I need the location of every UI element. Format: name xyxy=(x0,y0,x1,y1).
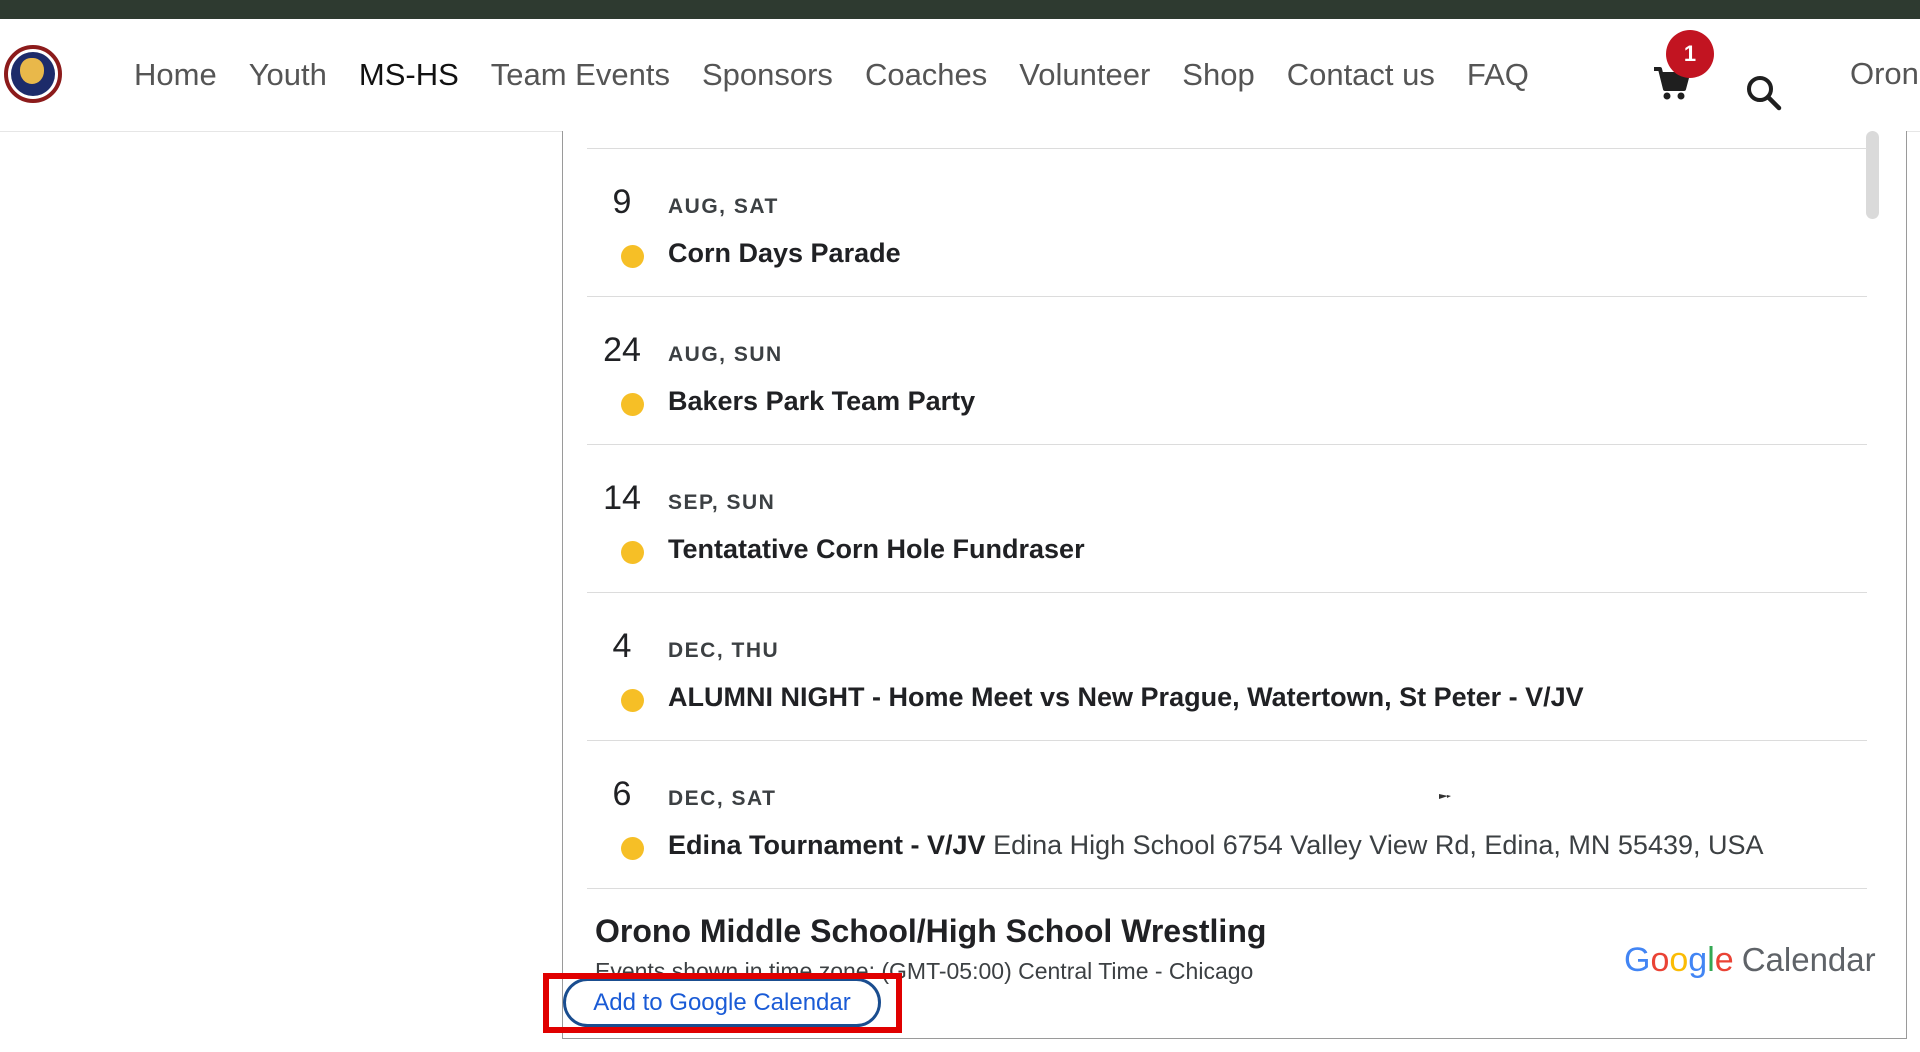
event-month-weekday: AUG, SAT xyxy=(668,195,779,218)
event-title-text: ALUMNI NIGHT - Home Meet vs New Prague, … xyxy=(668,682,1584,712)
logo-letter: l xyxy=(1707,941,1715,979)
site-logo[interactable] xyxy=(4,45,62,103)
nav-ms-hs[interactable]: MS-HS xyxy=(359,57,459,93)
calendar-event[interactable]: 14 SEP, SUN Tentatative Corn Hole Fundra… xyxy=(587,445,1867,593)
event-title: Bakers Park Team Party xyxy=(668,386,975,417)
event-color-dot xyxy=(621,245,644,268)
nav-contact-us[interactable]: Contact us xyxy=(1287,57,1435,93)
logo-letter: o xyxy=(1669,941,1689,979)
mouse-cursor-icon xyxy=(1439,794,1451,799)
event-month-weekday: AUG, SUN xyxy=(668,343,783,366)
cart-count-badge: 1 xyxy=(1666,30,1714,78)
logo-letter: e xyxy=(1714,941,1734,979)
logo-word: Calendar xyxy=(1741,941,1876,978)
event-location: Edina High School 6754 Valley View Rd, E… xyxy=(993,830,1764,860)
event-title: Edina Tournament - V/JV Edina High Schoo… xyxy=(668,830,1764,861)
site-header: Home Youth MS-HS Team Events Sponsors Co… xyxy=(0,19,1920,132)
event-title-text: Corn Days Parade xyxy=(668,238,901,268)
nav-youth[interactable]: Youth xyxy=(249,57,327,93)
event-month-weekday: DEC, THU xyxy=(668,639,780,662)
nav-sponsors[interactable]: Sponsors xyxy=(702,57,833,93)
event-day: 24 xyxy=(603,331,641,369)
event-color-dot xyxy=(621,541,644,564)
event-title-text: Bakers Park Team Party xyxy=(668,386,976,416)
calendar-event[interactable]: 24 AUG, SUN Bakers Park Team Party xyxy=(587,297,1867,445)
calendar-event[interactable]: 4 DEC, THU ALUMNI NIGHT - Home Meet vs N… xyxy=(587,593,1867,741)
google-calendar-embed: 9 AUG, SAT Corn Days Parade 24 AUG, SUN … xyxy=(562,131,1907,1039)
add-to-google-calendar-button[interactable]: Add to Google Calendar xyxy=(563,978,881,1027)
calendar-scrollbar[interactable] xyxy=(1866,131,1879,219)
event-color-dot xyxy=(621,393,644,416)
event-day: 4 xyxy=(612,627,632,665)
event-day: 6 xyxy=(612,775,632,813)
event-title-text: Edina Tournament - V/JV xyxy=(668,830,986,860)
nav-faq[interactable]: FAQ xyxy=(1467,57,1529,93)
calendar-event[interactable]: 9 AUG, SAT Corn Days Parade xyxy=(587,149,1867,297)
calendar-event[interactable]: 6 DEC, SAT Edina Tournament - V/JV Edina… xyxy=(587,741,1867,889)
logo-letter: o xyxy=(1650,941,1670,979)
calendar-name: Orono Middle School/High School Wrestlin… xyxy=(595,913,1267,949)
main-nav: Home Youth MS-HS Team Events Sponsors Co… xyxy=(134,19,1561,131)
event-title-text: Tentatative Corn Hole Fundraser xyxy=(668,534,1085,564)
top-strip xyxy=(0,0,1920,19)
nav-coaches[interactable]: Coaches xyxy=(865,57,987,93)
event-month-weekday: SEP, SUN xyxy=(668,491,776,514)
event-day: 9 xyxy=(612,183,632,221)
event-month-weekday: DEC, SAT xyxy=(668,787,777,810)
brand-name[interactable]: Orono xyxy=(1850,56,1920,92)
event-title: Tentatative Corn Hole Fundraser xyxy=(668,534,1085,565)
event-day: 14 xyxy=(603,479,641,517)
event-title: Corn Days Parade xyxy=(668,238,901,269)
nav-shop[interactable]: Shop xyxy=(1182,57,1254,93)
event-title: ALUMNI NIGHT - Home Meet vs New Prague, … xyxy=(668,682,1584,713)
nav-team-events[interactable]: Team Events xyxy=(491,57,670,93)
logo-letter: g xyxy=(1688,941,1708,979)
nav-home[interactable]: Home xyxy=(134,57,217,93)
google-calendar-logo[interactable]: Google Calendar xyxy=(1624,941,1876,980)
search-icon[interactable] xyxy=(1744,73,1784,113)
logo-letter: G xyxy=(1624,941,1651,979)
spartan-head-icon xyxy=(20,58,44,84)
nav-volunteer[interactable]: Volunteer xyxy=(1019,57,1150,93)
event-color-dot xyxy=(621,689,644,712)
event-color-dot xyxy=(621,837,644,860)
